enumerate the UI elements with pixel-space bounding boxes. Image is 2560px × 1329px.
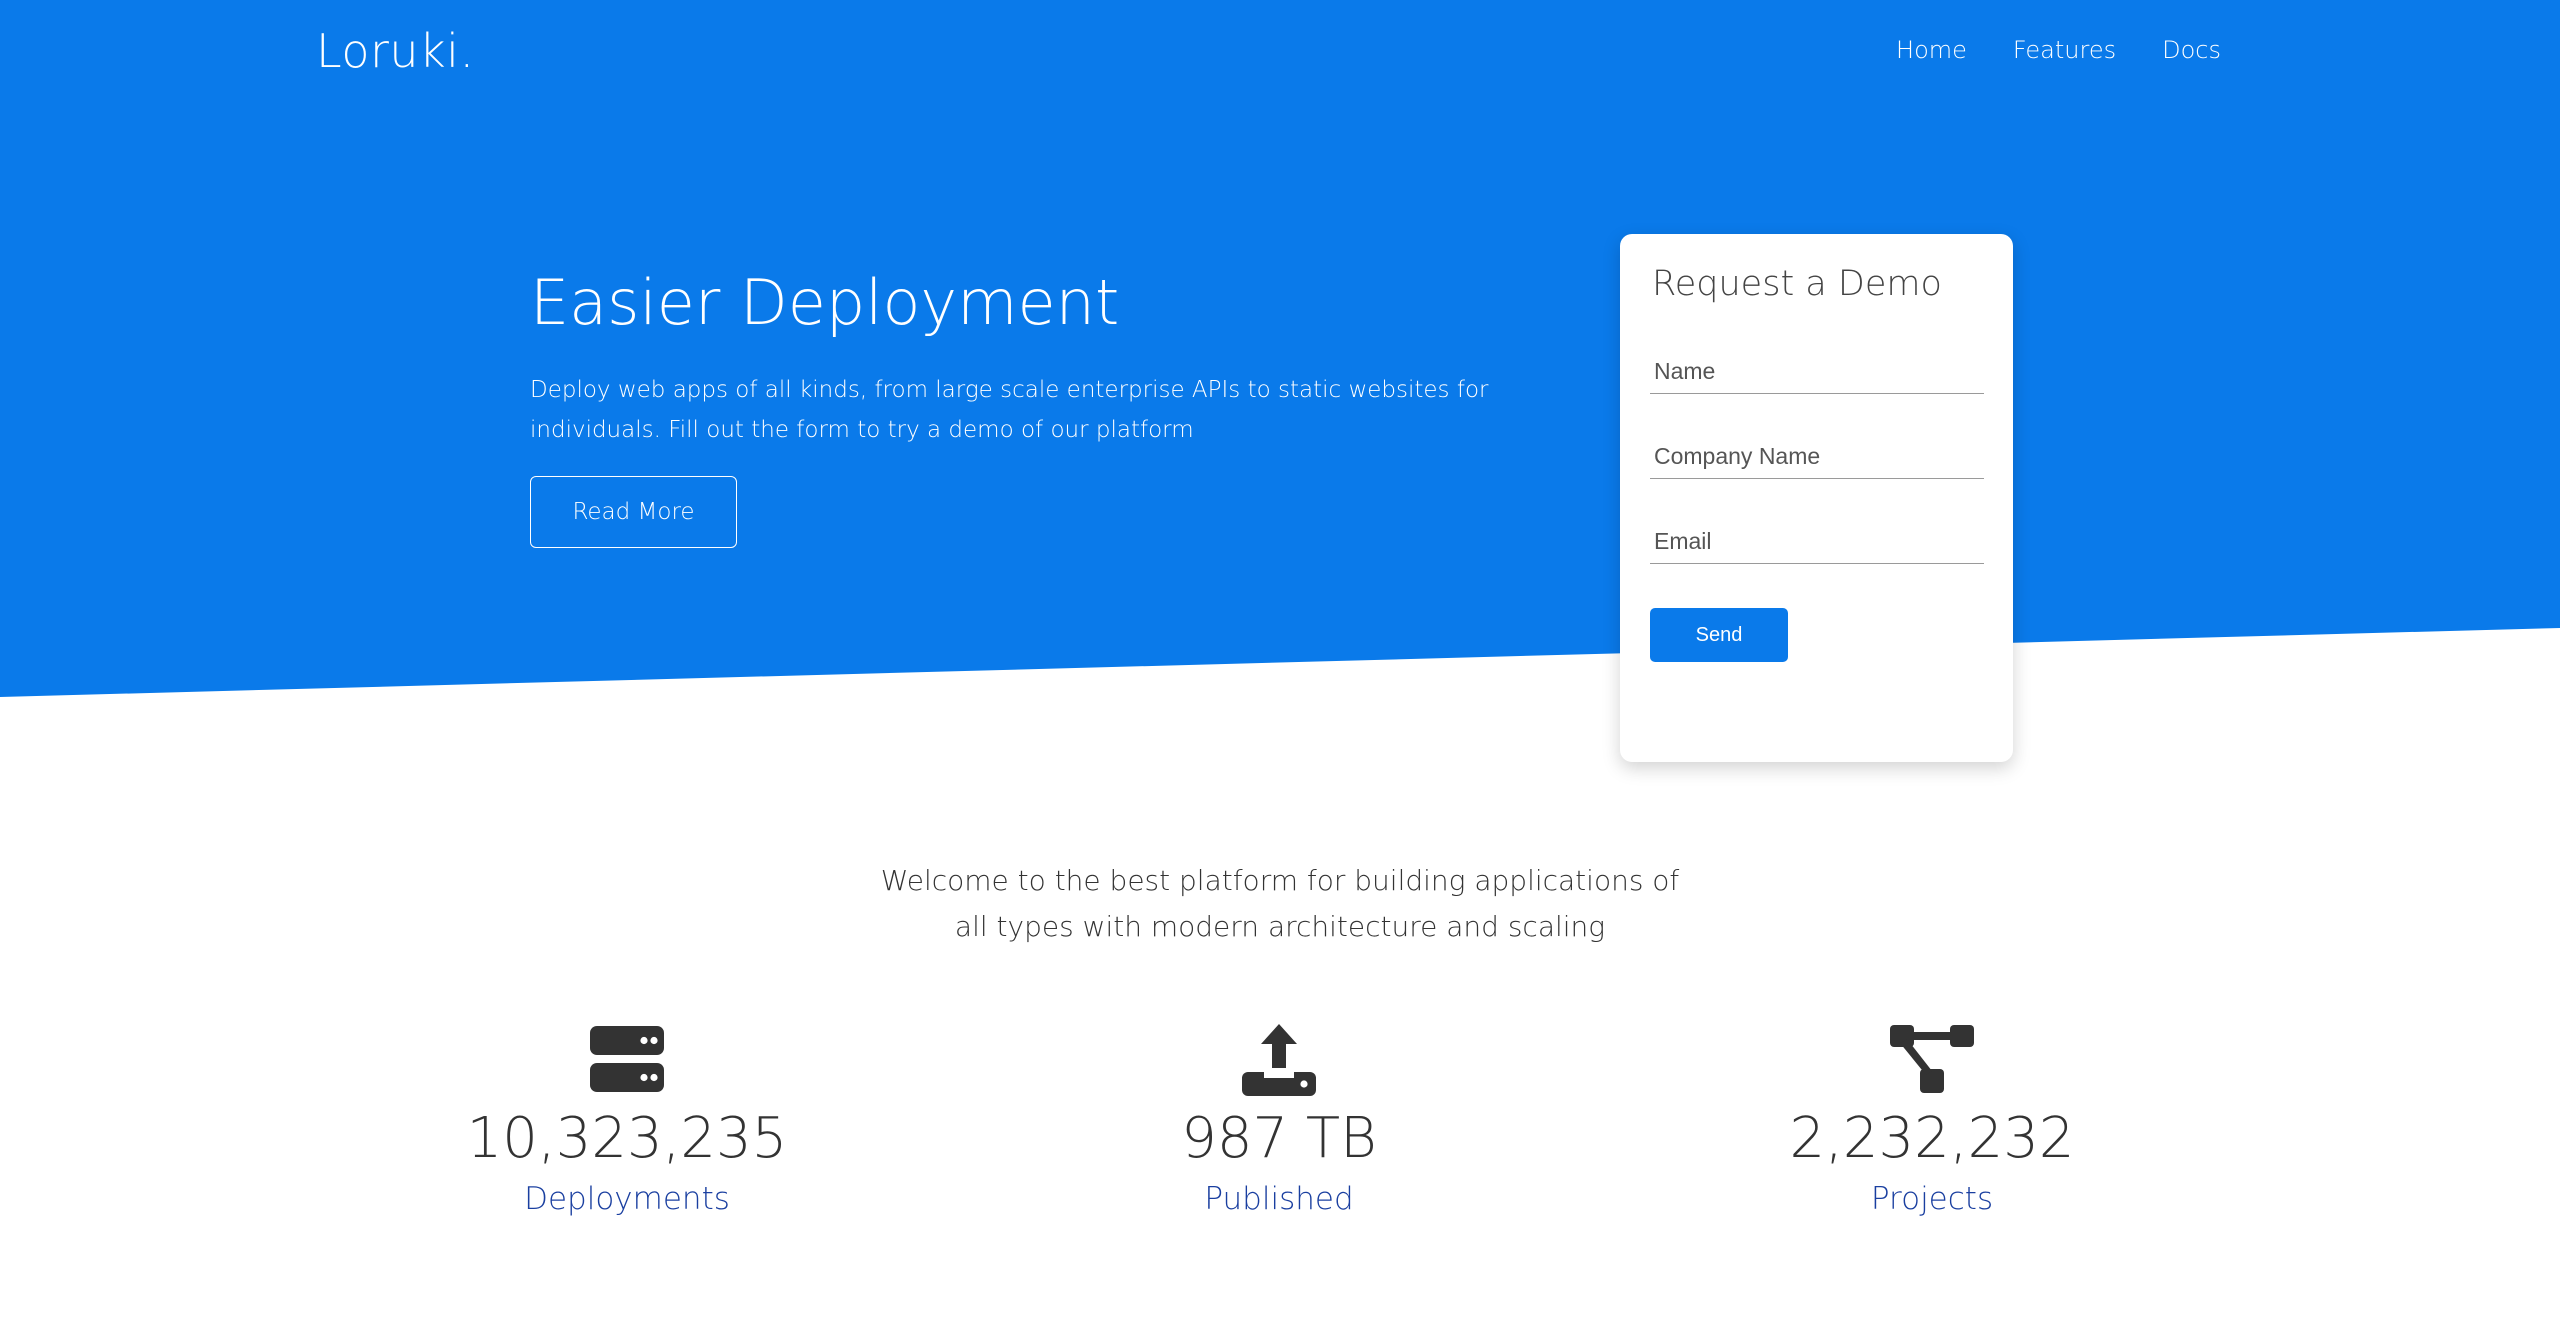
stat-published: 987 TB Published [1029,1020,1529,1217]
stat-value: 987 TB [1181,1106,1377,1171]
hero-subtitle: Deploy web apps of all kinds, from large… [530,377,1489,443]
upload-icon [1029,1020,1529,1098]
server-icon [377,1020,877,1098]
stat-value: 2,232,232 [1789,1106,2075,1171]
demo-form-title: Request a Demo [1652,264,1942,304]
welcome-text: Welcome to the best platform for buildin… [880,864,1680,943]
hero-background [0,0,2560,697]
stat-projects: 2,232,232 Projects [1682,1020,2182,1217]
project-diagram-icon [1682,1020,2182,1098]
brand-logo[interactable]: Loruki. [316,24,475,78]
stat-label: Deployments [524,1181,730,1217]
send-button[interactable]: Send [1650,608,1788,662]
page: Loruki. Home Features Docs Easier Deploy… [0,0,2560,1329]
nav-docs-link[interactable]: Docs [2162,36,2221,64]
stat-label: Published [1204,1181,1354,1217]
stat-deployments: 10,323,235 Deployments [377,1020,877,1217]
main-nav: Home Features Docs [1896,36,2221,64]
email-input[interactable] [1650,520,1984,564]
nav-features-link[interactable]: Features [2013,36,2116,64]
nav-home-link[interactable]: Home [1896,36,1967,64]
hero-title: Easier Deployment [530,266,1120,339]
stat-label: Projects [1870,1181,1994,1217]
demo-form-card: Request a Demo Send [1620,234,2013,762]
company-name-input[interactable] [1650,435,1984,479]
stat-value: 10,323,235 [466,1106,788,1171]
read-more-button[interactable]: Read More [530,476,737,548]
name-input[interactable] [1650,350,1984,394]
